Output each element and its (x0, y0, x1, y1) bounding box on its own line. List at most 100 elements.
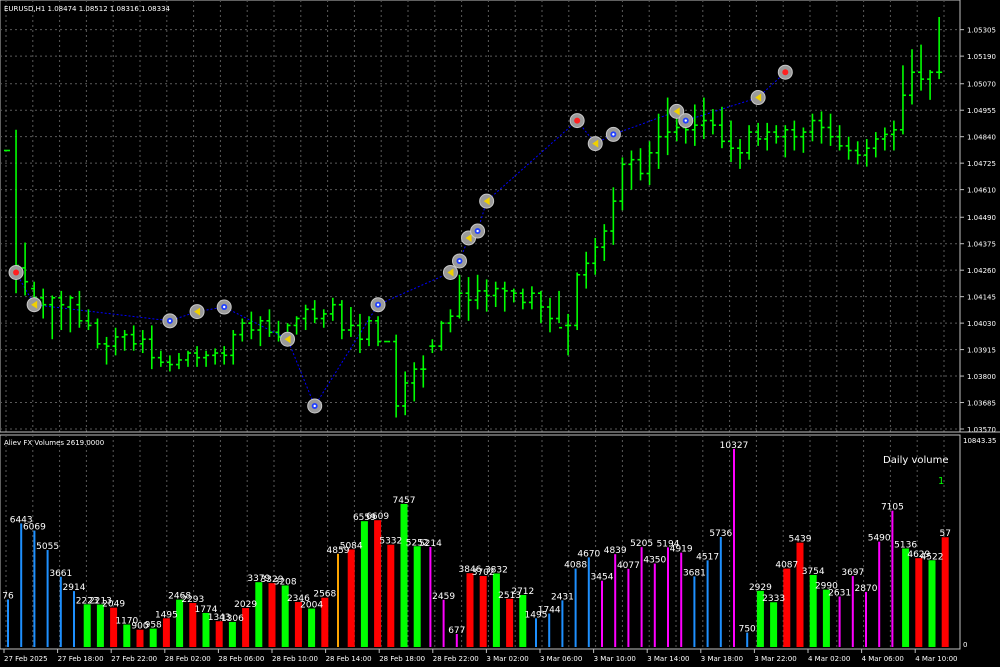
volume-label: 1495 (155, 610, 178, 620)
price-tick-label: 1.04955 (967, 107, 996, 115)
volume-bar (667, 547, 669, 647)
time-tick-label: 28 Feb 02:00 (165, 655, 211, 663)
volume-label: 2029 (234, 600, 257, 610)
price-axis: 1.05305 1.05190 1.05070 1.04955 1.04840 1.047… (960, 27, 996, 434)
buy-dot-center (313, 404, 316, 408)
volume-bar (33, 530, 36, 647)
signal-marker (189, 304, 205, 320)
volume-label: 4088 (564, 561, 587, 571)
volume-bar (838, 596, 841, 647)
volume-bar (123, 624, 131, 647)
volume-label: 2293 (181, 595, 204, 605)
volume-label: 2568 (313, 590, 336, 600)
signal-marker (569, 113, 585, 129)
volume-label: 10327 (720, 441, 749, 451)
volume-axis: 10843.35 0 (963, 437, 996, 649)
volume-label: 3208 (274, 577, 297, 587)
volume-bar (360, 521, 368, 647)
volume-label: 2929 (749, 583, 772, 593)
volume-label: 2333 (762, 594, 785, 604)
volume-bar (400, 503, 408, 647)
price-tick-label: 1.03800 (967, 373, 996, 381)
price-tick-label: 1.05305 (967, 27, 996, 35)
buy-dot-center (458, 259, 461, 263)
signal-marker (605, 126, 621, 142)
signal-marker (452, 253, 467, 269)
volume-label: 57 (939, 529, 950, 539)
volume-label: 5736 (709, 529, 732, 539)
volume-label: 2914 (63, 583, 86, 593)
volume-label: 3754 (802, 567, 825, 577)
volume-bar (891, 510, 894, 647)
sell-dot (13, 269, 20, 276)
volume-bar (627, 568, 630, 647)
volume-bar (587, 557, 590, 647)
volume-label: 5332 (379, 537, 402, 547)
chart-canvas: 1.05305 1.05190 1.05070 1.04955 1.04840 1.047… (0, 0, 1000, 663)
time-tick-label: 3 Mar 14:00 (647, 655, 689, 663)
volume-bar (783, 568, 791, 647)
price-tick-label: 1.05070 (967, 81, 996, 89)
volume-bar (347, 549, 355, 647)
time-tick-label: 3 Mar 22:00 (754, 655, 796, 663)
volume-label: 1306 (221, 614, 244, 624)
signal-marker (216, 299, 232, 315)
volume-label: 2049 (102, 600, 125, 610)
time-tick-label: 27 Feb 18:00 (58, 655, 104, 663)
signal-marker (162, 313, 178, 329)
volume-label: 1744 (538, 606, 561, 616)
volume-bar (770, 602, 778, 647)
time-axis: 27 Feb 2025 27 Feb 18:00 27 Feb 22:00 28 Fe… (3, 649, 957, 663)
volume-bar (268, 583, 276, 647)
volume-label: 2004 (300, 601, 323, 611)
volume-bar (535, 618, 537, 647)
buy-dot-center (223, 305, 226, 309)
signal-marker (26, 297, 42, 313)
price-tick-label: 1.04610 (967, 187, 996, 195)
volume-label: 750 (739, 625, 756, 635)
volume-bar (865, 591, 867, 647)
time-tick-label: 28 Feb 06:00 (218, 655, 264, 663)
sell-dot (574, 117, 581, 124)
volume-label: 7105 (881, 503, 904, 513)
volume-label: 3454 (591, 573, 614, 583)
buy-dot-center (476, 229, 479, 233)
signal-marker (587, 136, 603, 152)
price-tick-label: 1.03685 (967, 400, 996, 408)
volume-label: 2459 (432, 592, 455, 602)
price-tick-label: 1.04840 (967, 134, 996, 142)
volume-bar (308, 608, 316, 647)
volume-label: 2431 (551, 592, 574, 602)
volume-bar (506, 598, 514, 647)
volume-label: 5084 (340, 541, 363, 551)
time-tick-label: 4 Mar 02:00 (808, 655, 850, 663)
price-tick-label: 1.03915 (967, 347, 996, 355)
volume-bar (162, 618, 170, 647)
volume-label: 4919 (670, 545, 693, 555)
volume-bar (413, 546, 421, 647)
volume-bar (255, 582, 263, 647)
volume-bar (878, 541, 881, 647)
volume-bar (176, 599, 184, 647)
volume-label: 2712 (511, 587, 534, 597)
volume-label: 76 (2, 592, 14, 602)
volume-bar (136, 629, 144, 647)
time-tick-label: 27 Feb 22:00 (111, 655, 157, 663)
volume-bar (442, 599, 445, 647)
volume-bar (492, 573, 500, 647)
volume-max-label: 10843.35 (963, 437, 996, 445)
volume-bar (928, 560, 936, 647)
time-tick-label: 28 Feb 18:00 (379, 655, 425, 663)
time-tick-label: 3 Mar 18:00 (701, 655, 743, 663)
volume-label: 5490 (868, 534, 891, 544)
buy-dot-center (684, 119, 687, 122)
daily-volume-value: 1 (938, 476, 944, 487)
time-tick-label: 4 Mar 06:00 (862, 655, 904, 663)
volume-bar (7, 599, 9, 647)
volume-label: 2870 (855, 584, 878, 594)
volume-bar (83, 604, 91, 647)
volume-bar (915, 558, 923, 647)
time-tick-label: 3 Mar 10:00 (594, 655, 636, 663)
volume-bar (337, 553, 339, 647)
volume-bar (746, 632, 749, 647)
